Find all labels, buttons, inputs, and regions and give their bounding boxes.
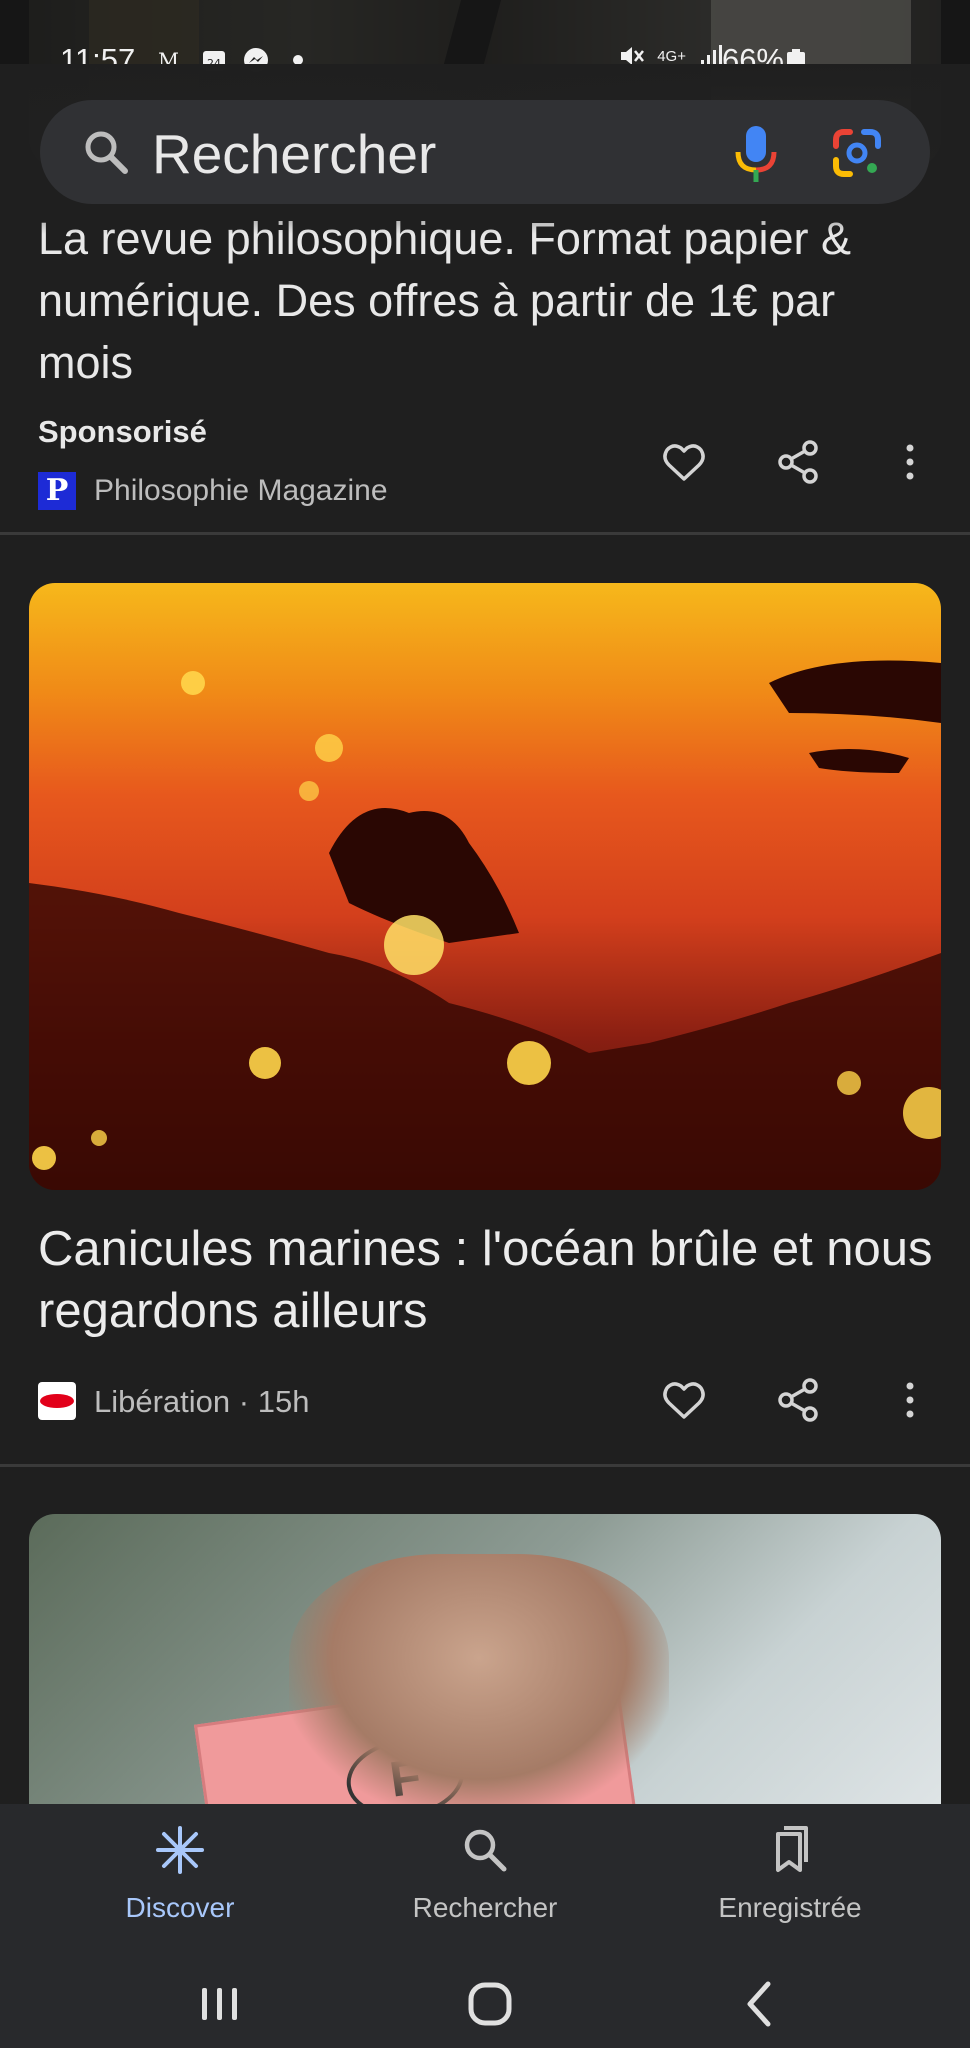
philosophie-magazine-logo: P (38, 472, 76, 510)
mic-icon[interactable] (726, 122, 786, 186)
search-icon (80, 126, 132, 178)
nav-label-saved: Enregistrée (718, 1892, 862, 1923)
like-heart-icon[interactable] (660, 1376, 708, 1424)
discover-icon (154, 1824, 206, 1876)
nav-label-search: Rechercher (412, 1892, 558, 1923)
card-divider (0, 1464, 970, 1467)
home-icon[interactable] (460, 1974, 520, 2034)
more-options-icon[interactable] (886, 438, 934, 486)
system-nav-bar (0, 1956, 970, 2048)
share-icon[interactable] (774, 1376, 822, 1424)
nav-item-discover[interactable]: Discover (30, 1824, 330, 1924)
hand-shape (289, 1554, 669, 1814)
nav-item-search[interactable]: Rechercher (335, 1824, 635, 1924)
network-type: 4G+ (657, 47, 686, 65)
article-image[interactable] (29, 583, 941, 1190)
liberation-logo (38, 1382, 76, 1420)
ad-headline[interactable]: La revue philosophique. Format papier & … (38, 208, 938, 394)
sponsored-label: Sponsorisé (38, 414, 207, 449)
back-icon[interactable] (730, 1974, 790, 2034)
like-heart-icon[interactable] (660, 438, 708, 486)
article-meta[interactable]: Libération · 15h (94, 1384, 309, 1420)
nav-label-discover: Discover (125, 1892, 235, 1923)
nav-item-saved[interactable]: Enregistrée (640, 1824, 940, 1924)
saved-icon (764, 1824, 816, 1876)
article-headline[interactable]: Canicules marines : l'océan brûle et nou… (38, 1218, 938, 1342)
search-bar[interactable]: Rechercher (40, 100, 930, 204)
article-source: Libération (94, 1384, 231, 1419)
meta-separator: · (238, 1384, 250, 1419)
search-placeholder[interactable]: Rechercher (152, 122, 436, 186)
share-icon[interactable] (774, 438, 822, 486)
more-options-icon[interactable] (886, 1376, 934, 1424)
card-divider (0, 532, 970, 535)
google-discover-screen: 11:57 M 24 4G+ 66% (0, 0, 970, 2048)
status-bar: 11:57 M 24 4G+ 66% (0, 0, 970, 77)
lens-icon[interactable] (830, 126, 884, 180)
article-age: 15h (257, 1384, 310, 1419)
search-icon (459, 1824, 511, 1876)
ad-source-name[interactable]: Philosophie Magazine (94, 474, 388, 508)
bottom-nav: Discover Rechercher Enregistrée (0, 1804, 970, 1956)
recent-apps-icon[interactable] (190, 1974, 250, 2034)
